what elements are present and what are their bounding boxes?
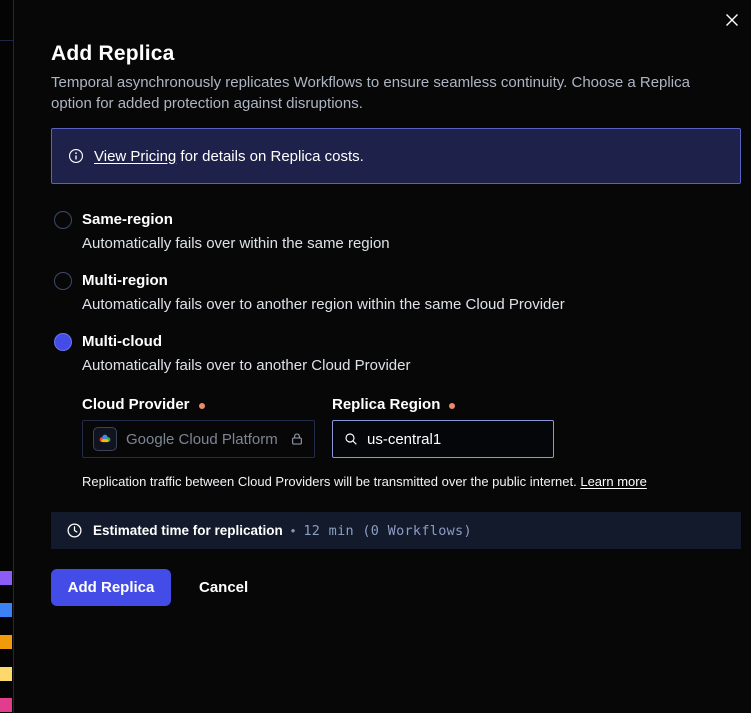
radio-multi-cloud[interactable] <box>54 333 72 351</box>
option-label[interactable]: Multi-cloud <box>82 333 162 350</box>
pricing-info-banner: View Pricing for details on Replica cost… <box>51 128 741 184</box>
estimate-separator: • <box>291 523 296 538</box>
view-pricing-link[interactable]: View Pricing <box>94 148 176 165</box>
lock-icon <box>289 431 305 447</box>
cloud-provider-label: Cloud Provider <box>82 396 205 413</box>
radio-multi-region[interactable] <box>54 272 72 290</box>
backdrop-color-stripe <box>0 571 12 585</box>
backdrop-color-stripe <box>0 667 12 681</box>
estimate-value: 12 min (0 Workflows) <box>303 523 472 539</box>
modal-title: Add Replica <box>51 42 175 66</box>
clock-icon <box>66 522 83 539</box>
add-replica-modal: Add Replica Temporal asynchronously repl… <box>14 0 751 713</box>
replica-region-label: Replica Region <box>332 396 455 413</box>
cloud-provider-value: Google Cloud Platform <box>126 431 278 448</box>
traffic-notice: Replication traffic between Cloud Provid… <box>82 474 722 489</box>
option-label[interactable]: Multi-region <box>82 272 168 289</box>
option-description: Automatically fails over to another Clou… <box>82 357 411 374</box>
estimate-label: Estimated time for replication <box>93 523 283 538</box>
option-description: Automatically fails over within the same… <box>82 235 390 252</box>
add-replica-button[interactable]: Add Replica <box>51 569 171 606</box>
backdrop-color-stripe <box>0 603 12 617</box>
info-circle-icon <box>67 147 85 165</box>
modal-description: Temporal asynchronously replicates Workf… <box>51 72 711 114</box>
required-dot <box>449 403 455 409</box>
replica-region-input[interactable] <box>367 431 566 448</box>
option-label[interactable]: Same-region <box>82 211 173 228</box>
learn-more-link[interactable]: Learn more <box>580 474 646 489</box>
gcp-logo-icon <box>93 427 117 451</box>
option-description: Automatically fails over to another regi… <box>82 296 565 313</box>
backdrop-color-stripe <box>0 698 12 712</box>
required-dot <box>199 403 205 409</box>
backdrop-color-stripe <box>0 635 12 649</box>
cloud-provider-select[interactable]: Google Cloud Platform <box>82 420 315 458</box>
close-icon[interactable] <box>717 5 747 35</box>
radio-same-region[interactable] <box>54 211 72 229</box>
pricing-banner-text: View Pricing for details on Replica cost… <box>94 148 364 165</box>
cancel-button[interactable]: Cancel <box>193 569 254 606</box>
backdrop-divider <box>0 40 13 41</box>
estimate-banner: Estimated time for replication • 12 min … <box>51 512 741 549</box>
search-icon <box>343 431 359 447</box>
replica-region-field[interactable] <box>332 420 554 458</box>
